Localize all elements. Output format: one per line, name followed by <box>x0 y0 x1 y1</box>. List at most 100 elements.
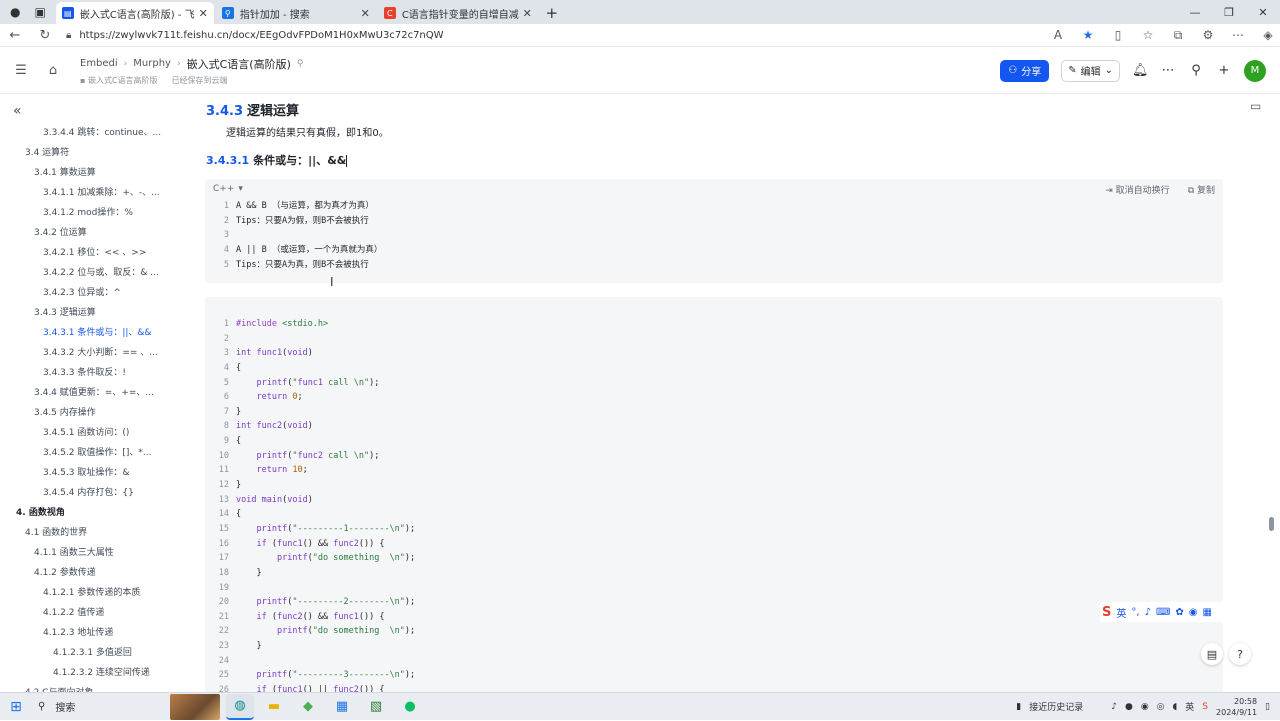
ime-indicator[interactable]: 英 <box>1185 700 1194 713</box>
help-button[interactable]: ? <box>1229 643 1251 665</box>
maximize-icon[interactable]: ❐ <box>1212 0 1246 24</box>
outline-item[interactable]: 3.3.4.4 跳转：continue、... <box>0 123 196 143</box>
clock[interactable]: 20:58 2024/9/11 <box>1216 696 1257 718</box>
outline-item[interactable]: 4. 函数视角 <box>0 503 196 523</box>
home-icon[interactable]: ⌂ <box>42 63 64 78</box>
browser-tab-1[interactable]: ⚲ 指针加加 - 搜索 ✕ <box>216 2 376 24</box>
code-block[interactable]: { } C++▾ ⇥ 取消自动换行 ⧉ 复制 1A && B （与运算，都为真才… <box>205 179 1223 283</box>
outline-item[interactable]: 3.4.5 内存操作 <box>0 403 196 423</box>
close-icon[interactable]: ✕ <box>523 7 532 20</box>
profile-icon[interactable]: ● <box>10 5 20 19</box>
url-field[interactable]: 🔒︎ https://zwylwvk711t.feishu.cn/docx/EE… <box>66 25 1036 45</box>
breadcrumb-item[interactable]: Embedi <box>80 58 118 69</box>
tray-icon[interactable]: ◎ <box>1157 702 1165 712</box>
history-icon[interactable]: ▮ <box>1016 702 1021 712</box>
outline-item[interactable]: 3.4.2.3 位异或：^ <box>0 283 196 303</box>
outline-item[interactable]: 3.4.3.2 大小判断：== 、... <box>0 343 196 363</box>
favorite-star-icon[interactable]: ★ <box>1080 28 1096 43</box>
skin-icon[interactable]: ✿ <box>1175 607 1183 618</box>
outline-item[interactable]: 3.4.5.1 函数访问：() <box>0 423 196 443</box>
tools-icon[interactable]: ▦ <box>1203 607 1212 618</box>
search-icon[interactable]: ⚲ <box>1188 63 1204 78</box>
code-language-select[interactable]: C++ ▾ <box>213 184 243 194</box>
collapse-outline-icon[interactable]: « <box>13 103 22 119</box>
toggle-wrap-button[interactable]: ⇥ 取消自动换行 <box>1105 183 1169 196</box>
close-window-icon[interactable]: ✕ <box>1246 0 1280 24</box>
search-highlight-image[interactable] <box>170 693 220 720</box>
read-aloud-icon[interactable]: A <box>1050 28 1066 43</box>
outline-item[interactable]: 3.4.2.2 位与或、取反：& ... <box>0 263 196 283</box>
notepad-app-icon[interactable]: ▧ <box>362 694 390 720</box>
punctuation-icon[interactable]: °, <box>1131 607 1139 618</box>
microphone-icon[interactable]: ♪ <box>1145 607 1151 618</box>
browser-tab-0[interactable]: ▤ 嵌入式C语言(高阶版) - 飞书云文档 ✕ <box>55 2 214 24</box>
sogou-logo-icon[interactable]: S <box>1102 605 1111 620</box>
file-explorer-icon[interactable]: ▬ <box>260 694 288 720</box>
outline-item[interactable]: 3.4.1 算数运算 <box>0 163 196 183</box>
heading-3[interactable]: 3.4.3 逻辑运算 <box>206 100 299 119</box>
code-block[interactable]: 1 #include <stdio.h> 2 3 int func1(void) 4{5 … <box>205 297 1223 692</box>
outline-item[interactable]: 3.4.1.1 加减乘除：+、-、... <box>0 183 196 203</box>
extensions-icon[interactable]: ⚙ <box>1200 28 1216 43</box>
outline-item[interactable]: 3.4.2 位运算 <box>0 223 196 243</box>
outline-item[interactable]: 4.1.2.1 参数传递的本质 <box>0 583 196 603</box>
outline-item[interactable]: 4.1 函数的世界 <box>0 523 196 543</box>
outline-item[interactable]: 3.4.5.3 取址操作：& <box>0 463 196 483</box>
more-icon[interactable]: ⋯ <box>1230 28 1246 43</box>
doc-tools-button[interactable]: ▤ <box>1201 643 1223 665</box>
close-icon[interactable]: ✕ <box>361 7 370 20</box>
collections-icon[interactable]: ⧉ <box>1170 28 1186 43</box>
doc-title[interactable]: 嵌入式C语言(高阶版) <box>187 56 291 72</box>
paragraph[interactable]: 逻辑运算的结果只有真假，即1和0。 <box>226 124 389 139</box>
outline-item[interactable]: 3.4.4 赋值更新：=、+=、... <box>0 383 196 403</box>
speaker-icon[interactable]: ◖ <box>1173 702 1178 712</box>
location-label[interactable]: ▪ 嵌入式C语言高阶版 <box>80 75 158 86</box>
keyboard-icon[interactable]: ⌨ <box>1156 607 1170 618</box>
outline-item[interactable]: 3.4.5.4 内存打包：{} <box>0 483 196 503</box>
close-icon[interactable]: ✕ <box>199 7 208 20</box>
outline-item[interactable]: 3.4.5.2 取值操作：[]、*... <box>0 443 196 463</box>
scrollbar-thumb[interactable] <box>1269 517 1274 531</box>
edit-mode-button[interactable]: ✎ 编辑 ⌄ <box>1061 59 1120 82</box>
tray-icon[interactable]: ◉ <box>1141 702 1149 712</box>
plus-icon[interactable]: + <box>1216 63 1232 78</box>
pin-icon[interactable]: ⚲ <box>297 59 304 69</box>
outline-item[interactable]: 3.4.2.1 移位：<< 、>> <box>0 243 196 263</box>
bell-icon[interactable]: 🔔︎ <box>1132 63 1149 78</box>
copilot-icon[interactable]: ◈ <box>1260 28 1276 43</box>
sidebar-toggle-icon[interactable]: ☰ <box>10 63 32 78</box>
outline-item[interactable]: 4.1.2.2 值传递 <box>0 603 196 623</box>
microphone-icon[interactable]: ♪ <box>1111 702 1117 712</box>
avatar[interactable]: M <box>1244 59 1266 82</box>
sogou-tray-icon[interactable]: S <box>1202 702 1208 712</box>
outline-item[interactable]: 4.1.1 函数三大属性 <box>0 543 196 563</box>
outline-item[interactable]: 4.1.2 参数传递 <box>0 563 196 583</box>
outline-item[interactable]: 3.4.3 逻辑运算 <box>0 303 196 323</box>
ime-lang-toggle[interactable]: 英 <box>1116 605 1126 620</box>
game-icon[interactable]: ◉ <box>1189 607 1198 618</box>
outline-item[interactable]: 3.4.3.1 条件或与：||、&& <box>0 323 196 343</box>
outline-item[interactable]: 4.1.2.3 地址传递 <box>0 623 196 643</box>
edge-app-icon[interactable]: ◍ <box>226 693 254 720</box>
browser-tab-2[interactable]: C C语言指针变量的自增自减分析 ✕ <box>378 2 538 24</box>
back-icon[interactable]: ← <box>0 28 30 43</box>
more-icon[interactable]: ⋯ <box>1160 63 1176 78</box>
favorites-icon[interactable]: ☆ <box>1140 28 1156 43</box>
comment-icon[interactable]: ▭ <box>1250 99 1261 113</box>
outline-item[interactable]: 4.1.2.3.2 连续空间传递 <box>0 663 196 683</box>
heading-4[interactable]: 3.4.3.1 条件或与：||、&& <box>206 152 348 168</box>
split-screen-icon[interactable]: ▯ <box>1110 28 1126 43</box>
breadcrumb-item[interactable]: Murphy <box>133 58 171 69</box>
copy-code-button[interactable]: ⧉ 复制 <box>1188 183 1215 196</box>
windows-start-icon[interactable]: ⊞ <box>0 699 32 715</box>
taskbar-search[interactable]: ⚲ 搜索 <box>32 693 170 721</box>
wechat-app-icon[interactable]: ● <box>396 694 424 720</box>
wechat-tray-icon[interactable]: ● <box>1125 702 1133 712</box>
lock-icon[interactable]: 🔒︎ <box>66 30 71 41</box>
share-button[interactable]: ⚇ 分享 <box>1000 59 1050 82</box>
outline-item[interactable]: 4.1.2.3.1 多值返回 <box>0 643 196 663</box>
outline-item[interactable]: 3.4.1.2 mod操作：% <box>0 203 196 223</box>
reload-icon[interactable]: ↻ <box>30 28 60 43</box>
workspaces-icon[interactable]: ▣ <box>34 5 45 19</box>
app-icon[interactable]: ▦ <box>328 694 356 720</box>
